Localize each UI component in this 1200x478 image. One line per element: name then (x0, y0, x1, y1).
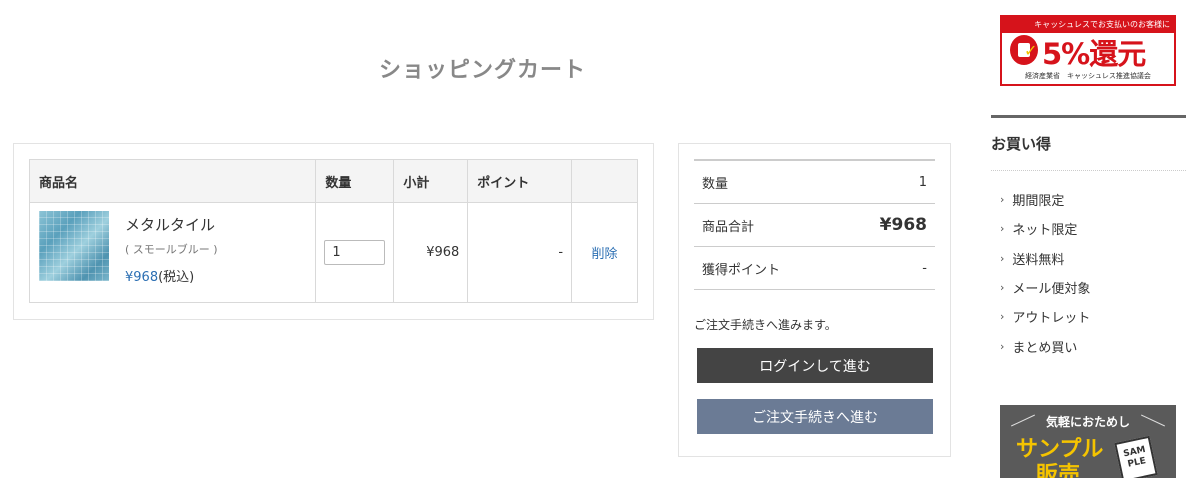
product-thumbnail[interactable] (39, 211, 109, 281)
summary-quantity-value: 1 (918, 174, 927, 190)
product-tax-label: (税込) (158, 270, 195, 285)
summary-points-value: - (922, 260, 927, 276)
sidebar-item-online-only[interactable]: › ネット限定 (1000, 214, 1090, 243)
summary-total-label: 商品合計 (702, 219, 755, 235)
login-checkout-button[interactable]: ログインして進む (697, 348, 933, 383)
subtotal-cell: ¥968 (393, 202, 469, 303)
cart-table-header: 商品名 数量 小計 ポイント (28, 159, 638, 203)
chevron-right-icon: › (1000, 193, 1005, 207)
delete-link[interactable]: 削除 (592, 247, 618, 262)
chevron-right-icon: › (1000, 222, 1005, 236)
product-variant: ( スモールブルー ) (125, 243, 218, 256)
sidebar-item-label: ネット限定 (1012, 223, 1078, 239)
sidebar-divider (991, 115, 1186, 118)
sidebar-dotted-divider (991, 170, 1186, 171)
quantity-input[interactable] (324, 240, 386, 265)
guest-checkout-button[interactable]: ご注文手続きへ進む (697, 399, 933, 434)
header-point: ポイント (467, 159, 573, 203)
checkout-note: ご注文手続きへ進みます。 (694, 318, 837, 332)
header-action (571, 159, 638, 203)
sample-sale-banner[interactable]: 気軽におためし サンプル 販売 SAM PLE (1000, 405, 1176, 478)
delete-cell: 削除 (571, 202, 638, 303)
header-quantity: 数量 (315, 159, 395, 203)
sidebar-item-label: まとめ買い (1012, 340, 1078, 356)
cashless-banner-bottom-text: 経済産業省 キャッシュレス推進協議会 (1025, 72, 1151, 80)
cashless-banner-main-text: 5%還元 (1042, 37, 1146, 71)
sample-banner-top-text: 気軽におためし (1045, 415, 1130, 429)
chevron-right-icon: › (1000, 251, 1005, 265)
summary-row-total: 商品合計 ¥968 (694, 204, 935, 247)
header-product: 商品名 (28, 159, 317, 203)
summary-row-quantity: 数量 1 (694, 161, 935, 204)
chevron-right-icon: › (1000, 339, 1005, 353)
chevron-right-icon: › (1000, 281, 1005, 295)
order-summary-panel: 数量 1 商品合計 ¥968 獲得ポイント - ご注文手続きへ進みます。 ログイ… (678, 143, 951, 457)
cart-item-row: メタルタイル ( スモールブルー ) ¥968(税込) ¥968 - 削除 (28, 202, 638, 303)
sidebar-item-mail-delivery[interactable]: › メール便対象 (1000, 273, 1090, 302)
product-cell: メタルタイル ( スモールブルー ) ¥968(税込) (28, 202, 317, 303)
sidebar-list: › 期間限定 › ネット限定 › 送料無料 › メール便対象 › アウトレット › まとめ買… (1000, 185, 1090, 361)
sidebar-item-limited-time[interactable]: › 期間限定 (1000, 185, 1090, 214)
point-cell: - (467, 202, 573, 303)
cashless-rebate-banner[interactable]: キャッシュレスでお支払いのお客様に ✓ 5%還元 経済産業省 キャッシュレス推進… (1000, 15, 1176, 86)
sample-banner-main-text-2: 販売 (1036, 463, 1081, 478)
summary-points-label: 獲得ポイント (702, 262, 781, 278)
quantity-cell (315, 202, 395, 303)
sample-card-icon: SAM PLE (1114, 435, 1158, 478)
product-price: ¥968(税込) (125, 266, 194, 285)
sidebar-item-free-shipping[interactable]: › 送料無料 (1000, 244, 1090, 273)
sidebar-item-label: メール便対象 (1012, 282, 1091, 298)
sidebar-item-label: 期間限定 (1012, 194, 1065, 210)
chevron-right-icon: › (1000, 310, 1005, 324)
sidebar-item-outlet[interactable]: › アウトレット (1000, 302, 1090, 331)
sidebar-item-label: アウトレット (1012, 311, 1091, 327)
sidebar-section-title: お買い得 (991, 135, 1052, 153)
product-price-value: ¥968 (125, 270, 159, 285)
summary-rows: 数量 1 商品合計 ¥968 獲得ポイント - (694, 159, 935, 290)
summary-total-value: ¥968 (879, 215, 927, 235)
summary-quantity-label: 数量 (702, 176, 729, 192)
cart-table: 商品名 数量 小計 ポイント メタルタイル ( スモールブルー ) ¥968(税… (28, 159, 638, 303)
sidebar-item-label: 送料無料 (1012, 252, 1065, 268)
page-title: ショッピングカート (378, 58, 586, 83)
summary-row-points: 獲得ポイント - (694, 247, 935, 290)
cart-panel: 商品名 数量 小計 ポイント メタルタイル ( スモールブルー ) ¥968(税… (13, 143, 654, 320)
sidebar-item-bulk-buy[interactable]: › まとめ買い (1000, 331, 1090, 360)
header-subtotal: 小計 (393, 159, 469, 203)
product-name[interactable]: メタルタイル (125, 214, 215, 235)
cashless-logo-icon: ✓ (1010, 35, 1038, 65)
